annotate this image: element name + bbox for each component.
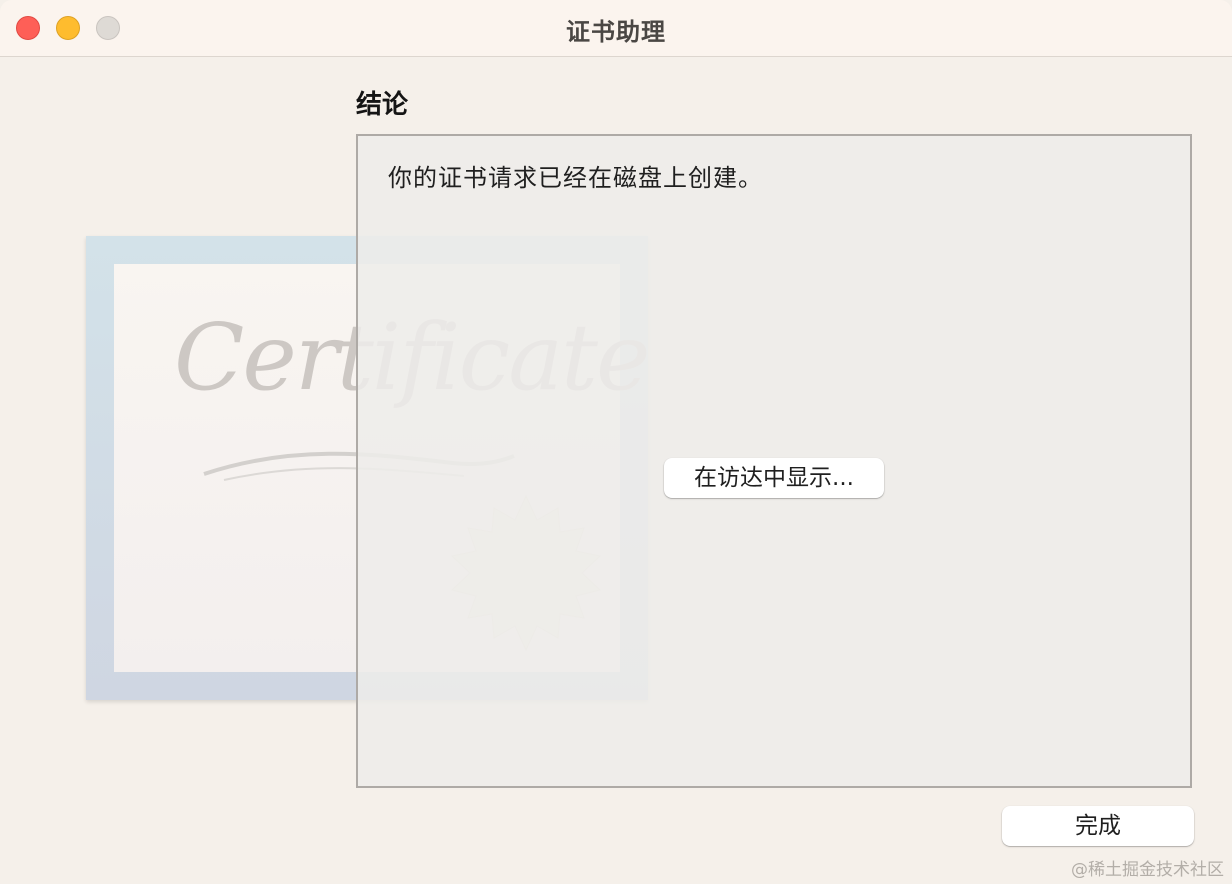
watermark-text: @稀土掘金技术社区 (1071, 860, 1224, 880)
title-bar[interactable]: 证书助理 (0, 0, 1232, 57)
section-heading: 结论 (356, 90, 409, 120)
result-message: 你的证书请求已经在磁盘上创建。 (388, 164, 763, 192)
certificate-assistant-window: 证书助理 Certificate 结论 你的证书请求已经在磁盘上创建。 在访达中… (0, 0, 1232, 884)
show-in-finder-button[interactable]: 在访达中显示... (664, 458, 884, 498)
done-button[interactable]: 完成 (1002, 806, 1194, 846)
window-title: 证书助理 (566, 18, 666, 46)
